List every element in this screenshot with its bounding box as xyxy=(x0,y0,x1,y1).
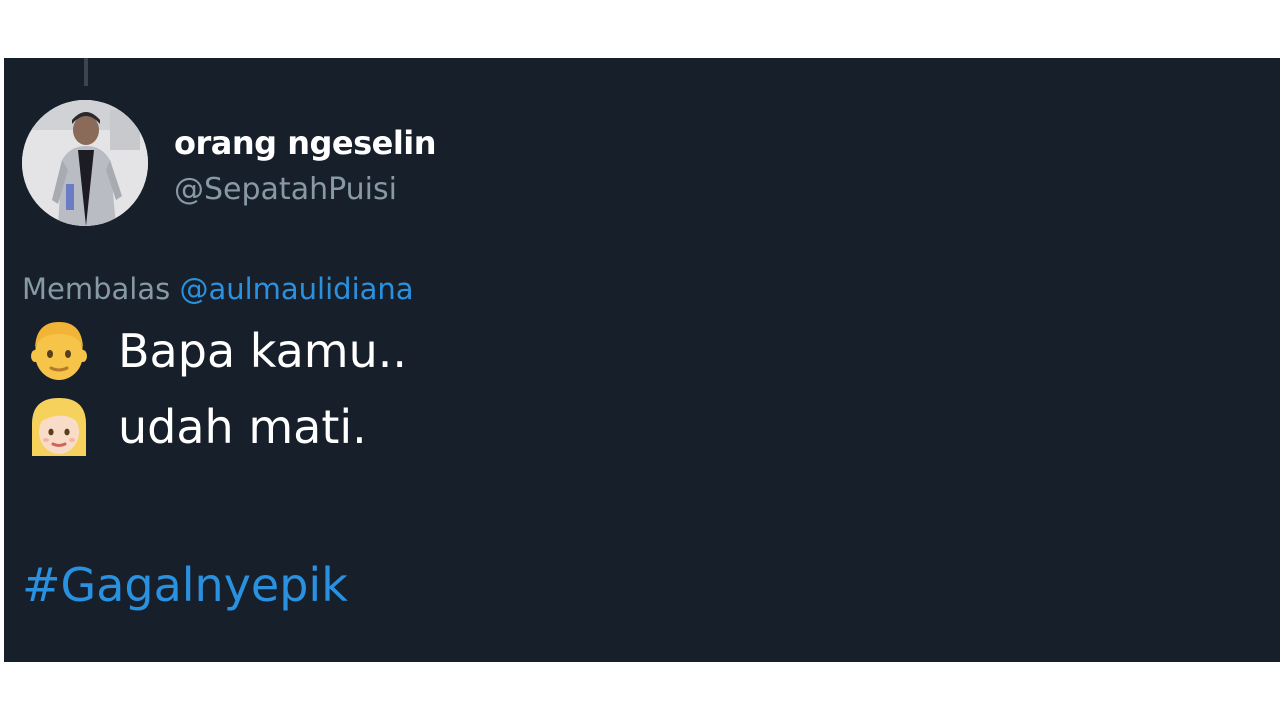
tweet-text-line-1: Bapa kamu.. xyxy=(118,324,407,378)
tweet-line-2: udah mati. xyxy=(26,394,367,460)
reply-mention-link[interactable]: @aulmaulidiana xyxy=(179,272,413,306)
display-name[interactable]: orang ngeselin xyxy=(174,124,437,162)
reply-prefix: Membalas xyxy=(22,272,171,306)
man-emoji-icon xyxy=(31,322,87,380)
thread-connector-line xyxy=(84,58,88,86)
tweet-line-1: Bapa kamu.. xyxy=(26,318,407,384)
reply-context: Membalas @aulmaulidiana xyxy=(22,272,414,306)
woman-emoji-icon xyxy=(32,398,86,456)
tweet-card: orang ngeselin @SepatahPuisi Membalas @a… xyxy=(4,58,1280,662)
tweet-text-line-2: udah mati. xyxy=(118,400,367,454)
avatar-photo xyxy=(22,100,148,226)
hashtag-link[interactable]: #Gagalnyepik xyxy=(22,558,348,612)
user-handle[interactable]: @SepatahPuisi xyxy=(174,172,397,207)
avatar[interactable] xyxy=(22,100,148,226)
